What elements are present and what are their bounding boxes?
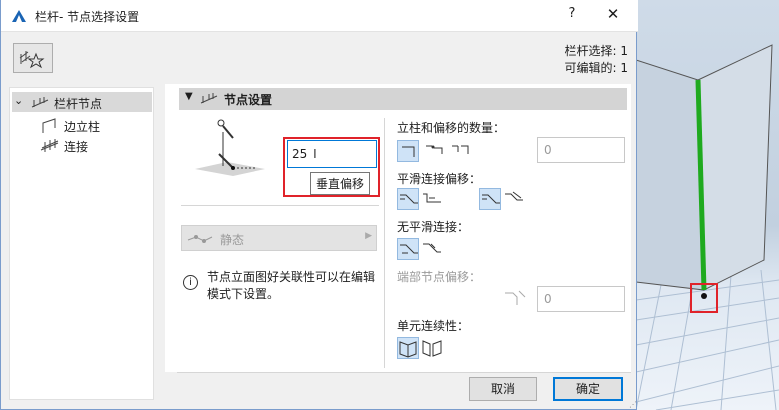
cancel-button[interactable]: 取消 <box>469 377 537 401</box>
end-offset-field[interactable]: 0 <box>537 286 625 312</box>
tooltip-text: 垂直偏移 <box>316 177 365 191</box>
smooth-offset-option-4[interactable] <box>503 188 525 210</box>
continuity-option-1[interactable] <box>397 337 419 359</box>
smooth-step-icon <box>423 193 441 203</box>
panel-title: 节点设置 <box>224 93 273 107</box>
smooth-offset-label: 平滑连接偏移： <box>397 172 482 186</box>
tree-item-end-post[interactable]: 边立柱 <box>40 118 150 136</box>
smooth-stair-icon <box>400 194 418 204</box>
app-logo-icon <box>12 10 26 22</box>
angled-joint-icon <box>400 244 418 254</box>
close-button[interactable]: ✕ <box>598 5 628 27</box>
editable-count: 可编辑的: 1 <box>564 61 629 75</box>
split-book-icon <box>422 340 442 357</box>
double-post-icon <box>452 145 469 154</box>
static-dropdown[interactable]: 静态 ▶ <box>181 225 377 251</box>
selected-node-highlight <box>690 283 718 313</box>
selected-count: 栏杆选择: 1 <box>564 44 629 58</box>
collapse-triangle-icon[interactable]: ▼ <box>185 91 193 102</box>
text-cursor-icon: I <box>313 147 317 161</box>
smooth-slope-icon <box>505 191 523 201</box>
tree-item-connection[interactable]: 连接 <box>40 138 150 156</box>
tree-item-label: 栏杆节点 <box>54 97 103 111</box>
divider <box>181 205 379 206</box>
smooth-offset-option-1[interactable] <box>397 188 419 210</box>
continuity-option-2[interactable] <box>421 337 443 359</box>
node-offset-diagram <box>195 119 265 176</box>
post-offset-button[interactable] <box>423 140 445 162</box>
info-note-text: 节点立面图好关联性可以在编辑模式下设置。 <box>207 270 376 301</box>
panel-header[interactable]: ▼ 节点设置 <box>179 88 627 110</box>
favorites-icon <box>19 51 45 69</box>
favorites-button[interactable] <box>13 43 53 73</box>
connection-icon <box>40 139 59 152</box>
node-settings-panel: ▼ 节点设置 25 I 垂直偏移 静态 ▶ i 节点立面图好关联性可以在编辑模式… <box>165 84 631 372</box>
chevron-down-icon[interactable]: ⌄ <box>14 94 23 107</box>
info-icon: i <box>183 275 198 290</box>
settings-tree: ⌄ 栏杆节点 边立柱 连接 <box>9 87 154 400</box>
no-smooth-option-2[interactable] <box>421 238 443 260</box>
vertical-offset-tooltip: 垂直偏移 <box>310 172 371 195</box>
open-book-icon <box>399 341 417 358</box>
post-offset-icon <box>426 145 443 154</box>
end-offset-icon <box>505 290 526 305</box>
posts-offset-label: 立柱和偏移的数量： <box>397 121 506 135</box>
end-offset-label: 端部节点偏移： <box>397 270 482 284</box>
tree-item-label: 边立柱 <box>64 120 101 134</box>
railing-icon <box>31 97 49 108</box>
chevron-right-icon: ▶ <box>365 231 372 241</box>
tree-item-railing-node[interactable]: ⌄ 栏杆节点 <box>14 94 154 112</box>
smooth-offset-option-2[interactable] <box>421 188 443 210</box>
stepped-joint-icon <box>423 243 441 253</box>
panel-vertical-divider <box>384 118 385 368</box>
vertical-offset-input[interactable]: 25 I <box>287 140 377 168</box>
railing-icon <box>200 93 218 104</box>
vertical-offset-value: 25 <box>292 147 308 161</box>
no-smooth-label: 无平滑连接： <box>397 220 470 234</box>
segment-continuity-label: 单元连续性： <box>397 319 470 333</box>
double-post-button[interactable] <box>449 140 471 162</box>
ok-button[interactable]: 确定 <box>553 377 623 401</box>
smooth-stair-icon <box>482 194 500 204</box>
no-smooth-option-1[interactable] <box>397 238 419 260</box>
smooth-offset-option-3[interactable] <box>479 188 501 210</box>
static-dropdown-value: 静态 <box>220 233 245 247</box>
tree-item-label: 连接 <box>64 140 89 154</box>
end-offset-value: 0 <box>544 292 552 306</box>
posts-offset-count-field[interactable]: 0 <box>537 137 625 163</box>
window-title: 栏杆- 节点选择设置 <box>35 10 140 24</box>
static-mode-icon <box>187 235 213 243</box>
single-post-button[interactable] <box>397 140 419 162</box>
3d-viewport[interactable] <box>636 0 779 410</box>
help-button[interactable]: ? <box>560 6 584 26</box>
viewport-scene <box>636 44 779 410</box>
footer-divider <box>177 372 631 373</box>
resize-grip-icon[interactable]: ⋰ <box>629 400 637 409</box>
post-icon <box>42 118 56 133</box>
posts-offset-value: 0 <box>544 143 552 157</box>
title-bar: 栏杆- 节点选择设置 ? ✕ <box>1 0 638 32</box>
single-post-icon <box>402 146 415 157</box>
dialog-window: 栏杆- 节点选择设置 ? ✕ 栏杆选择: 1 可编辑的: 1 ⌄ 栏杆节点 边立… <box>0 0 638 410</box>
